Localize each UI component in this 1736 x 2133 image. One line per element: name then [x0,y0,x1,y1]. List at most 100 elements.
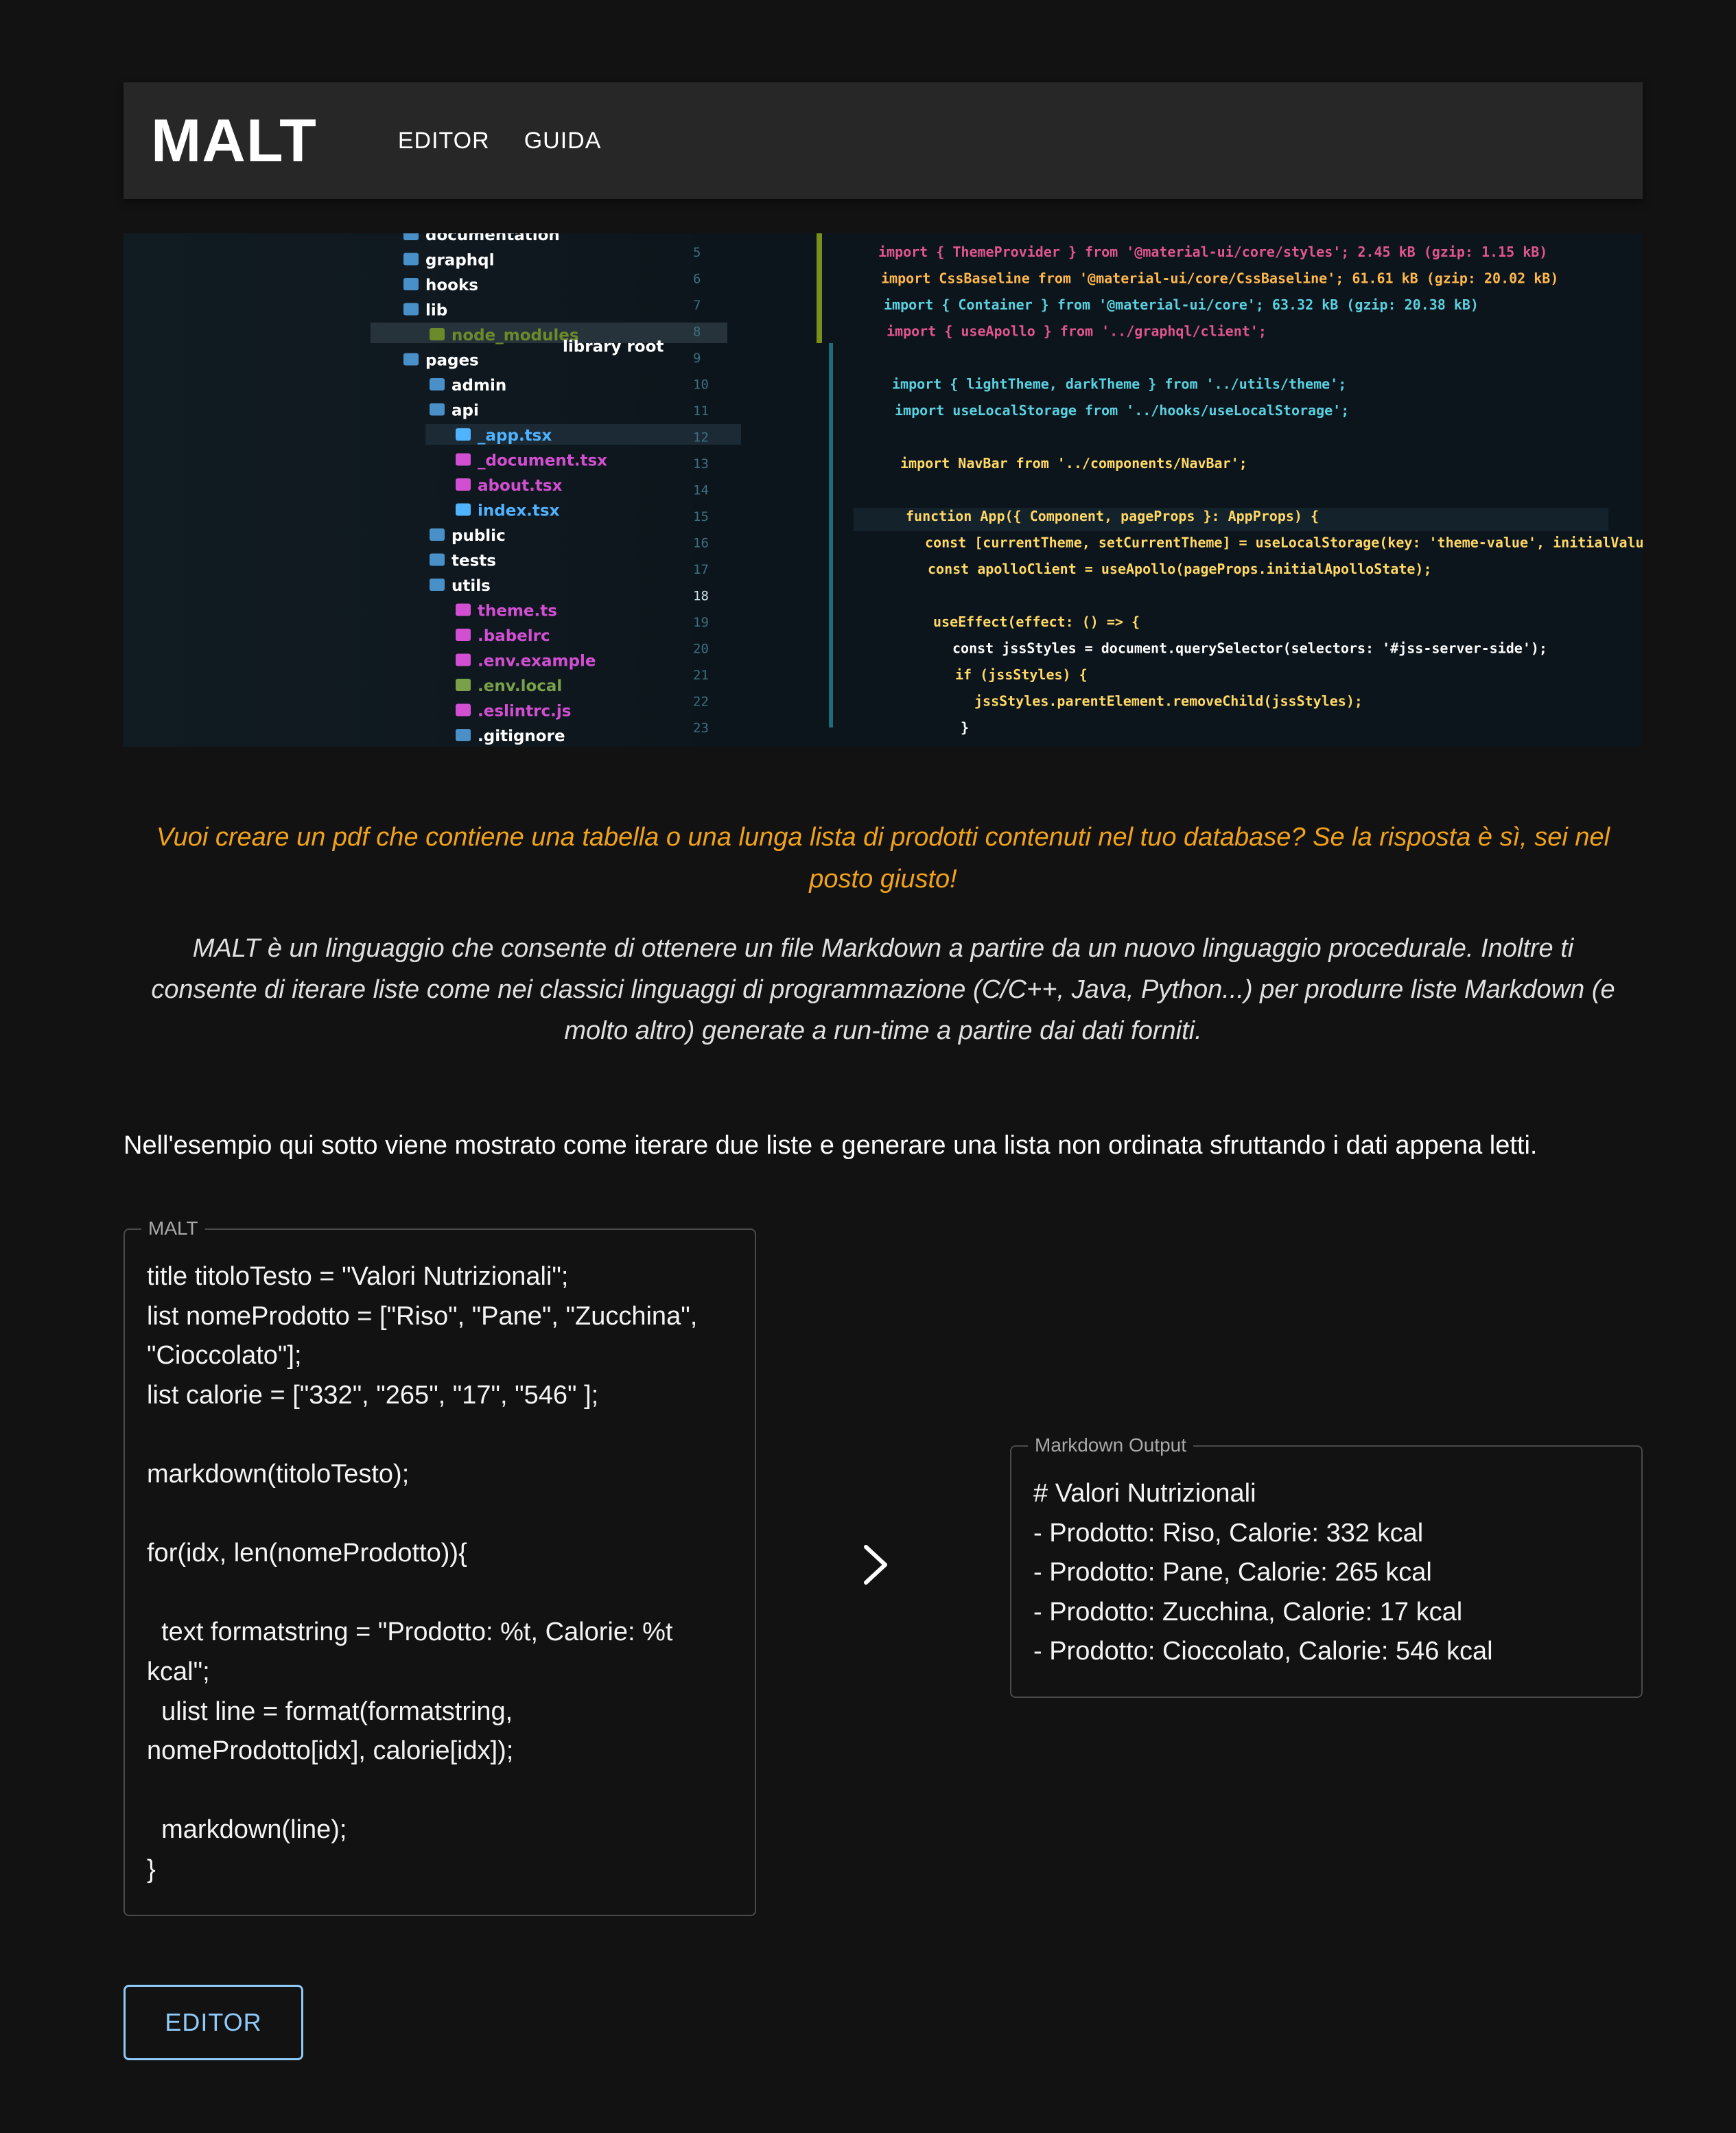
folder-icon [403,253,419,266]
folder-icon [456,603,471,616]
code-line: jssStyles.parentElement.removeChild(jssS… [974,693,1363,710]
folder-icon [403,303,419,316]
line-number: 11 [693,404,709,419]
tree-item: index.tsx [478,502,560,520]
tree-item: pages [425,352,479,370]
hero-image: documentation graphql hooks lib node_modules… [124,233,1643,747]
tree-item: about.tsx [478,477,563,495]
tree-item: hooks [425,277,478,294]
code-line: const apolloClient = useApollo(pageProps… [928,561,1432,577]
folder-icon [403,233,419,240]
code-line: import { Container } from '@material-ui/… [884,296,1479,313]
line-number: 6 [693,272,701,287]
output-legend: Markdown Output [1028,1434,1193,1456]
line-number: 10 [693,377,709,393]
tree-item: .babelrc [478,627,550,645]
output-line: - Prodotto: Cioccolato, Calorie: 546 kca… [1033,1637,1493,1666]
tree-item: lib [425,302,447,320]
line-number: 21 [693,668,709,683]
line-number: 5 [693,245,701,260]
line-number: 15 [693,509,709,524]
code-editor-illustration: documentation graphql hooks libnode_modules… [124,233,1643,747]
tree-item: .env.local [478,677,562,695]
line-number: 22 [693,695,709,710]
editor-button[interactable]: EDITOR [124,1985,303,2060]
folder-icon [456,729,471,741]
tree-item: utils [451,577,491,595]
markdown-output-box: Markdown Output # Valori Nutrizionali - … [1010,1434,1643,1698]
folder-icon [456,478,471,491]
tree-item: .env.example [478,653,596,671]
output-line: - Prodotto: Zucchina, Calorie: 17 kcal [1033,1597,1463,1627]
code-line: function App({ Component, pageProps }: A… [906,508,1319,524]
line-number: 17 [693,562,709,577]
folder-icon [456,503,471,516]
line-number: 14 [693,483,709,498]
tree-item: admin [451,377,506,395]
line-number: 12 [693,430,709,445]
line-number: 13 [693,456,709,471]
output-line: # Valori Nutrizionali [1033,1479,1256,1508]
nav-editor-button[interactable]: EDITOR [386,117,502,165]
line-number: 9 [693,351,701,366]
tree-item: node_modules [451,327,579,345]
example-text: Nell'esempio qui sotto viene mostrato co… [124,1131,1538,1160]
line-number: 23 [693,721,709,736]
tree-item: _document.tsx [478,452,607,470]
tree-item: tests [451,552,496,570]
output-line: - Prodotto: Pane, Calorie: 265 kcal [1033,1558,1432,1587]
intro-text: MALT è un linguaggio che consente di ott… [151,934,1615,1045]
code-line: } [961,719,969,736]
line-number: 7 [693,298,701,313]
malt-code-box[interactable]: MALT title titoloTesto = "Valori Nutrizi… [124,1217,756,1916]
lead-text: Vuoi creare un pdf che contiene una tabe… [156,823,1610,894]
code-line: import { useApollo } from '../graphql/cl… [887,323,1267,340]
folder-icon [430,553,445,566]
line-number: 18 [693,589,709,604]
folder-icon [456,703,471,716]
tree-item: _app.tsx [478,427,552,445]
code-line: if (jssStyles) { [955,666,1088,683]
tree-item: .eslintrc.js [478,703,571,721]
folder-icon [456,629,471,641]
tree-item: .gitignore [478,727,565,745]
tree-item: public [451,527,506,545]
tree-item: graphql [425,252,495,270]
folder-icon [430,328,445,340]
tree-item: theme.ts [478,603,557,620]
tree-item: api [451,402,479,420]
tree-item: documentation [425,233,560,244]
main-nav: EDITOR GUIDA [386,117,614,165]
line-number: 19 [693,615,709,630]
line-number: 20 [693,642,709,657]
folder-icon [456,653,471,666]
folder-icon [456,679,471,691]
code-line: useEffect(effect: () => { [933,614,1140,630]
code-line: import { lightTheme, darkTheme } from '.… [892,376,1346,393]
folder-icon [403,353,419,366]
code-line: import useLocalStorage from '../hooks/us… [895,402,1349,419]
nav-guida-button[interactable]: GUIDA [512,117,614,165]
code-line: const jssStyles = document.querySelector… [952,640,1547,657]
chevron-right-icon [864,1545,887,1585]
markdown-output: # Valori Nutrizionali - Prodotto: Riso, … [1033,1474,1619,1672]
folder-icon [430,528,445,541]
tree-item: library root [563,338,664,356]
folder-icon [430,579,445,591]
malt-legend: MALT [141,1217,205,1239]
line-number: 16 [693,536,709,551]
code-line: import NavBar from '../components/NavBar… [900,455,1247,471]
logo[interactable]: MALT [151,106,317,176]
folder-icon [403,278,419,290]
malt-code[interactable]: title titoloTesto = "Valori Nutrizionali… [147,1257,733,1890]
line-number: 8 [693,325,701,340]
folder-icon [430,378,445,391]
code-line: import { ThemeProvider } from '@material… [878,244,1547,260]
folder-icon [430,403,445,416]
folder-icon [456,428,471,441]
code-line: import CssBaseline from '@material-ui/co… [881,270,1558,287]
code-line: const [currentTheme, setCurrentTheme] = … [925,535,1643,551]
folder-icon [456,453,471,466]
output-line: - Prodotto: Riso, Calorie: 332 kcal [1033,1518,1424,1548]
app-header: MALT EDITOR GUIDA [124,82,1643,199]
